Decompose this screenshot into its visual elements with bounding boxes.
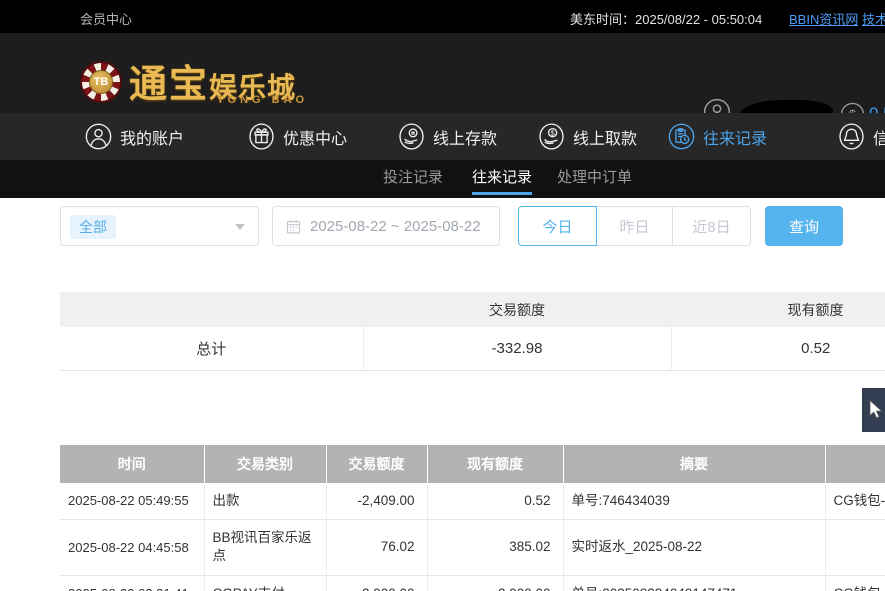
server-time: 美东时间：2025/08/22 - 05:50:04: [570, 9, 762, 28]
summary-header-current-balance: 现有额度: [671, 292, 885, 327]
cell-amount: -2,409.00: [326, 483, 427, 520]
records-icon: [668, 123, 695, 150]
cell-time: 2025-08-22 05:49:55: [60, 483, 204, 520]
summary-header-trade-amount: 交易额度: [363, 292, 671, 327]
yesterday-button[interactable]: 昨日: [596, 206, 673, 246]
cell-time: 2025-08-22 02:31:41: [60, 575, 204, 591]
summary-total-balance: 0.52: [671, 327, 885, 370]
date-range-input[interactable]: 2025-08-22 ~ 2025-08-22: [272, 206, 500, 246]
cell-amount: 2,000.00: [326, 575, 427, 591]
cell-balance: 0.52: [427, 483, 563, 520]
withdraw-icon: $: [538, 123, 565, 150]
member-center-label: 会员中心: [80, 9, 132, 28]
col-header-balance: 现有额度: [427, 445, 563, 483]
nav-label: 信息中心: [873, 125, 885, 149]
mouse-cursor-icon: [869, 400, 885, 419]
bell-icon: [838, 123, 865, 150]
col-header-amount: 交易额度: [326, 445, 427, 483]
nav-label: 优惠中心: [283, 125, 347, 149]
cell-remark: CG钱包-***: [825, 483, 885, 520]
cell-balance: 385.02: [427, 520, 563, 575]
top-utility-bar: 会员中心 美东时间：2025/08/22 - 05:50:04 BBIN资讯网 …: [0, 0, 885, 33]
today-button[interactable]: 今日: [518, 206, 597, 246]
summary-total-row: 总计 -332.98 0.52: [60, 327, 885, 370]
casino-chip-logo-icon: TB: [80, 61, 122, 103]
quick-date-group: 今日 昨日 近8日: [518, 206, 751, 246]
tab-betting-records[interactable]: 投注记录: [383, 160, 443, 195]
cell-balance: 2,000.00: [427, 575, 563, 591]
cell-type: BB视讯百家乐返点: [204, 520, 326, 575]
last-8-days-button[interactable]: 近8日: [672, 206, 751, 246]
nav-item-promotions[interactable]: 优惠中心: [248, 113, 347, 160]
col-header-summary: 摘要: [563, 445, 825, 483]
brand-logo[interactable]: 通宝娱乐城 TONG BAO: [129, 53, 349, 113]
nav-item-withdraw[interactable]: $ 线上取款: [538, 113, 637, 160]
brand-name-main: 通宝: [129, 64, 209, 106]
col-header-type: 交易类别: [204, 445, 326, 483]
brand-header: TB 通宝娱乐城 TONG BAO $ 0.52: [0, 33, 885, 113]
user-icon: [85, 123, 112, 150]
date-range-value: 2025-08-22 ~ 2025-08-22: [310, 218, 481, 235]
cell-summary: 单号:202508224049147471: [563, 575, 825, 591]
summary-total-trade-amount: -332.98: [363, 327, 671, 370]
selected-type-chip: 全部: [70, 215, 116, 239]
tech-support-link[interactable]: 技术支持: [862, 9, 885, 28]
svg-text:$: $: [551, 128, 555, 137]
col-header-remark: 备注: [825, 445, 885, 483]
cell-time: 2025-08-22 04:45:58: [60, 520, 204, 575]
cell-remark: CG钱包: [825, 575, 885, 591]
summary-table: 交易额度 现有额度 总计 -332.98 0.52: [60, 292, 885, 371]
nav-label: 线上存款: [433, 125, 497, 149]
cell-summary: 实时返水_2025-08-22: [563, 520, 825, 575]
cell-amount: 76.02: [326, 520, 427, 575]
tab-processing-orders[interactable]: 处理中订单: [557, 160, 632, 195]
summary-header-row: 交易额度 现有额度: [60, 292, 885, 327]
bbin-news-link[interactable]: BBIN资讯网: [789, 9, 858, 28]
nav-item-my-account[interactable]: 我的账户: [85, 113, 184, 160]
nav-item-messages[interactable]: 信息中心: [838, 113, 885, 160]
brand-name-english: TONG BAO: [217, 94, 308, 106]
search-button[interactable]: 查询: [765, 206, 843, 246]
table-row: 2025-08-22 02:31:41 CGPAY支付 2,000.00 2,0…: [60, 575, 885, 591]
chip-monogram: TB: [89, 70, 113, 94]
calendar-icon: [285, 218, 302, 235]
summary-header-empty: [60, 292, 363, 327]
table-row: 2025-08-22 04:45:58 BB视讯百家乐返点 76.02 385.…: [60, 520, 885, 575]
nav-item-deposit[interactable]: 线上存款: [398, 113, 497, 160]
main-nav: 我的账户 优惠中心 线上存款: [0, 113, 885, 160]
records-header-row: 时间 交易类别 交易额度 现有额度 摘要 备注: [60, 445, 885, 483]
nav-item-transactions[interactable]: 往来记录: [668, 113, 767, 160]
chevron-down-icon: [235, 224, 245, 230]
cell-type: 出款: [204, 483, 326, 520]
deposit-icon: [398, 123, 425, 150]
member-center-page: 会员中心 美东时间：2025/08/22 - 05:50:04 BBIN资讯网 …: [0, 0, 885, 591]
tab-transaction-records[interactable]: 往来记录: [472, 160, 532, 195]
cell-remark: [825, 520, 885, 575]
transaction-type-select[interactable]: 全部: [60, 206, 259, 246]
cell-summary: 单号:746434039: [563, 483, 825, 520]
cell-type: CGPAY支付: [204, 575, 326, 591]
summary-total-label: 总计: [60, 327, 363, 370]
table-row: 2025-08-22 05:49:55 出款 -2,409.00 0.52 单号…: [60, 483, 885, 520]
records-table: 时间 交易类别 交易额度 现有额度 摘要 备注 2025-08-22 05:49…: [60, 445, 885, 591]
nav-label: 往来记录: [703, 125, 767, 149]
nav-label: 我的账户: [120, 125, 184, 149]
record-tabs: 投注记录 往来记录 处理中订单: [0, 160, 885, 198]
nav-label: 线上取款: [573, 125, 637, 149]
gift-icon: [248, 123, 275, 150]
col-header-time: 时间: [60, 445, 204, 483]
